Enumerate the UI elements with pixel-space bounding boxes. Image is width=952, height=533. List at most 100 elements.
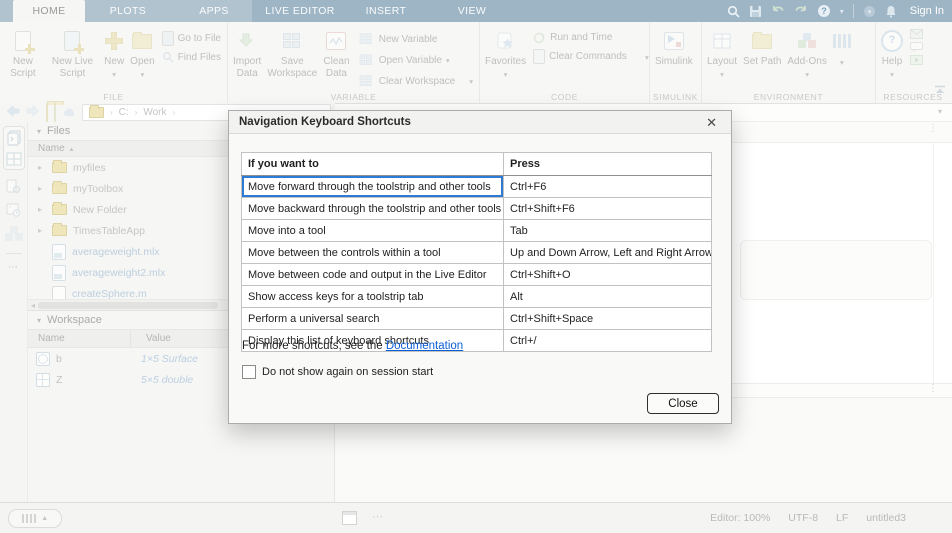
tab-apps[interactable]: APPS (171, 0, 257, 22)
line-ending[interactable]: LF (836, 512, 848, 524)
cloud-icon[interactable] (62, 104, 76, 122)
tab-insert[interactable]: INSERT (343, 0, 429, 22)
workspace-collapse-icon[interactable]: ▾ (37, 316, 41, 325)
titlebar-divider (853, 4, 854, 18)
table-row[interactable]: Move between code and output in the Live… (242, 264, 712, 286)
expand-arrow-icon[interactable]: ▸ (38, 184, 46, 193)
files-panel-title: Files (47, 125, 70, 137)
panel-options-icon[interactable]: ⋮ (928, 125, 938, 132)
redo-icon[interactable] (794, 5, 808, 17)
current-filename: untitled3 (866, 512, 906, 524)
open-variable-button[interactable]: Open Variable▾ (357, 52, 473, 68)
undo-icon[interactable] (771, 5, 785, 17)
search-icon[interactable] (727, 5, 740, 18)
up-one-level-icon[interactable] (46, 104, 48, 122)
go-to-file-button[interactable]: Go to File (162, 31, 221, 46)
run-and-time-button[interactable]: Run and Time (533, 31, 649, 44)
tab-plots[interactable]: PLOTS (85, 0, 171, 22)
table-row[interactable]: Show access keys for a toolstrip tabAlt (242, 286, 712, 308)
find-files-button[interactable]: Find Files (162, 51, 221, 63)
scroll-left-icon[interactable]: ◂ (28, 301, 38, 310)
sign-in-link[interactable]: Sign In (906, 5, 948, 17)
workspace-col-name[interactable]: Name (28, 330, 131, 347)
clean-data-button[interactable]: Clean Data (320, 26, 353, 91)
learn-matlab-button[interactable] (910, 55, 923, 65)
save-icon[interactable] (749, 5, 762, 18)
rail-add-ons-icon[interactable] (4, 226, 24, 242)
panel-options-icon[interactable]: ⋮ (928, 385, 938, 392)
table-row[interactable]: Move between the controls within a toolU… (242, 242, 712, 264)
forward-icon[interactable] (26, 104, 40, 122)
editor-zoom-level[interactable]: Editor: 100% (710, 512, 770, 524)
open-folder-icon (132, 28, 152, 54)
task-search-icon[interactable] (6, 179, 21, 194)
workspace-col-value[interactable]: Value (136, 330, 231, 347)
help-menu-caret-icon[interactable]: ▾ (840, 7, 844, 16)
expand-arrow-icon[interactable]: ▸ (38, 226, 46, 235)
breadcrumb-folder[interactable]: Work (143, 107, 166, 118)
expand-arrow-icon[interactable]: ▸ (38, 163, 46, 172)
dialog-close-icon[interactable]: ✕ (702, 114, 721, 131)
file-encoding[interactable]: UTF-8 (788, 512, 818, 524)
notifications-bell-icon[interactable] (885, 5, 897, 18)
help-menu-icon[interactable]: ? (817, 4, 831, 18)
checkbox[interactable] (242, 365, 256, 379)
document-list-caret-icon[interactable]: ▾ (938, 107, 942, 116)
table-row[interactable]: Perform a universal searchCtrl+Shift+Spa… (242, 308, 712, 330)
expand-arrow-icon[interactable]: ▸ (38, 205, 46, 214)
simulink-button[interactable]: Simulink (652, 26, 696, 91)
table-row[interactable]: Move backward through the toolstrip and … (242, 198, 712, 220)
open-caret-icon: ▾ (141, 69, 145, 81)
favorites-button[interactable]: Favorites▾ (482, 26, 529, 91)
layout-button[interactable]: Layout▾ (704, 26, 740, 91)
panel-toggle-button[interactable]: ▲ (8, 509, 62, 528)
new-variable-icon (357, 31, 375, 47)
request-support-button[interactable] (910, 29, 923, 39)
new-live-script-button[interactable]: New Live Script (44, 26, 101, 91)
table-row[interactable]: Move into a toolTab (242, 220, 712, 242)
help-button[interactable]: ?Help▾ (878, 26, 906, 91)
set-path-button[interactable]: Set Path (740, 26, 784, 91)
clear-workspace-button[interactable]: Clear Workspace▾ (357, 73, 473, 89)
tab-view[interactable]: VIEW (429, 0, 515, 22)
matlab-desktop: HOME PLOTS APPS LIVE EDITOR INSERT VIEW … (0, 0, 952, 533)
profile-icon[interactable]: ▾ (863, 5, 876, 18)
panels-grid-icon[interactable] (6, 152, 22, 166)
rail-more-icon[interactable]: ⋯ (8, 262, 19, 273)
tab-home[interactable]: HOME (13, 0, 85, 22)
import-data-button[interactable]: Import Data (230, 26, 264, 91)
add-ons-button[interactable]: Add-Ons▾ (784, 26, 829, 91)
new-folder-icon[interactable] (54, 104, 56, 122)
collapse-toolstrip-icon[interactable] (934, 82, 946, 100)
section-label-file: FILE (0, 92, 227, 102)
window-icon[interactable] (342, 511, 357, 525)
command-history-icon[interactable]: » (6, 203, 21, 217)
do-not-show-checkbox-row[interactable]: Do not show again on session start (242, 365, 433, 379)
parallel-button[interactable]: ▾ (830, 26, 854, 91)
dialog-title-bar[interactable]: Navigation Keyboard Shortcuts ✕ (229, 111, 731, 134)
new-script-button[interactable]: New Script (2, 26, 44, 91)
tab-live-editor[interactable]: LIVE EDITOR (257, 0, 343, 22)
close-button[interactable]: Close (647, 393, 719, 414)
breadcrumb-drive[interactable]: C: (119, 107, 129, 118)
left-sidebar-rail: » ⋯ (0, 122, 28, 503)
status-more-icon[interactable]: ⋯ (372, 510, 384, 523)
status-bar: ▲ ⋯ Editor: 100% UTF-8 LF untitled3 (0, 502, 952, 533)
scrollbar-thumb[interactable] (38, 302, 218, 309)
documentation-link[interactable]: Documentation (386, 340, 463, 352)
save-workspace-button[interactable]: Save Workspace (264, 26, 320, 91)
clear-commands-button[interactable]: Clear Commands▾ (533, 49, 649, 64)
editor-documents-icon[interactable] (6, 130, 22, 146)
table-row[interactable]: Move forward through the toolstrip and o… (242, 176, 712, 198)
new-plus-icon (105, 28, 123, 54)
folder-icon (52, 162, 67, 173)
files-collapse-icon[interactable]: ▾ (37, 127, 41, 136)
sort-ascending-icon: ▴ (70, 145, 74, 153)
new-variable-button[interactable]: New Variable (357, 31, 473, 47)
add-ons-caret-icon: ▾ (805, 69, 809, 81)
toolstrip-section-file: New Script New Live Script New▾ Open▾ Go… (0, 22, 228, 103)
open-button[interactable]: Open▾ (127, 26, 157, 91)
new-button[interactable]: New▾ (101, 26, 127, 91)
feedback-button[interactable]: ⋯ (910, 42, 923, 52)
back-icon[interactable] (6, 104, 20, 122)
